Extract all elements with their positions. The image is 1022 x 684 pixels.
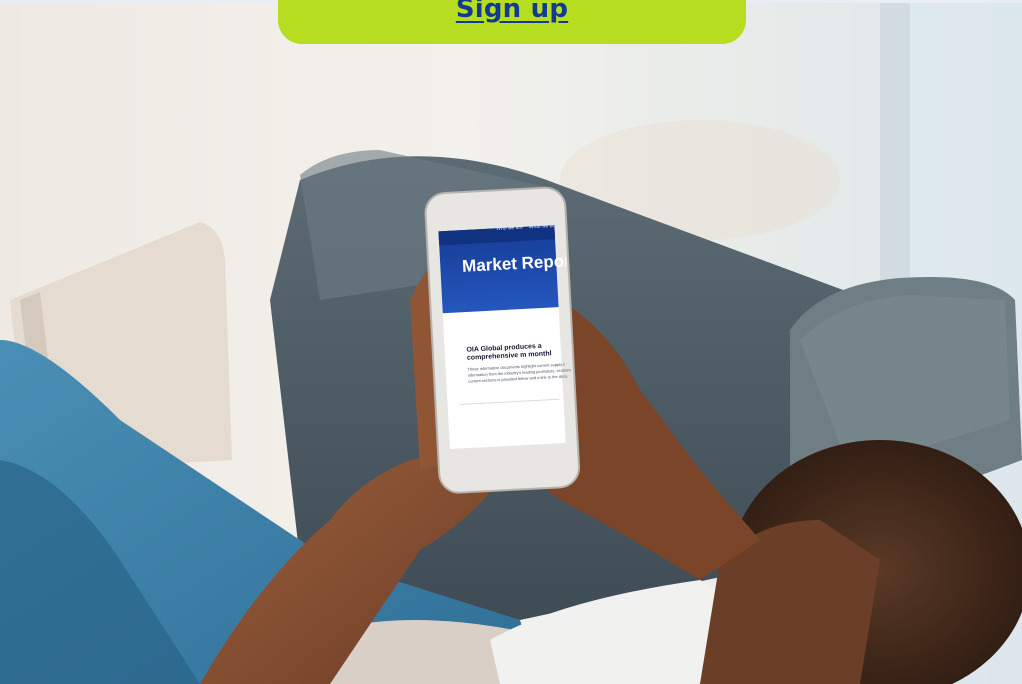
phone-headline: OIA Global produces a comprehensive m mo… xyxy=(466,342,552,362)
phone-nav-item: Who we are xyxy=(496,224,524,233)
phone-nav-item: What we do xyxy=(528,222,556,231)
phone-title: Market Report xyxy=(461,250,576,276)
hero-photo: Who we are What we do Indust Market Repo… xyxy=(0,0,1022,684)
signup-banner: Sign up xyxy=(278,0,746,44)
phone-screen: Who we are What we do Indust Market Repo… xyxy=(440,220,576,446)
signup-link[interactable]: Sign up xyxy=(456,0,568,24)
phone-nav: Who we are What we do Indust xyxy=(496,222,575,233)
